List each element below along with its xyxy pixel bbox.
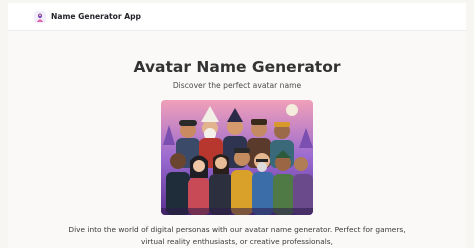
top-navbar: Name Generator App (8, 3, 466, 31)
page-description: Dive into the world of digital personas … (68, 225, 406, 246)
page-subtitle: Discover the perfect avatar name (172, 81, 302, 90)
main-content: Avatar Name Generator Discover the perfe… (8, 31, 466, 248)
avatar-logo-icon[interactable] (34, 10, 46, 23)
hero-image (161, 100, 313, 215)
brand-name[interactable]: Name Generator App (51, 12, 141, 21)
page-title: Avatar Name Generator (133, 58, 341, 76)
